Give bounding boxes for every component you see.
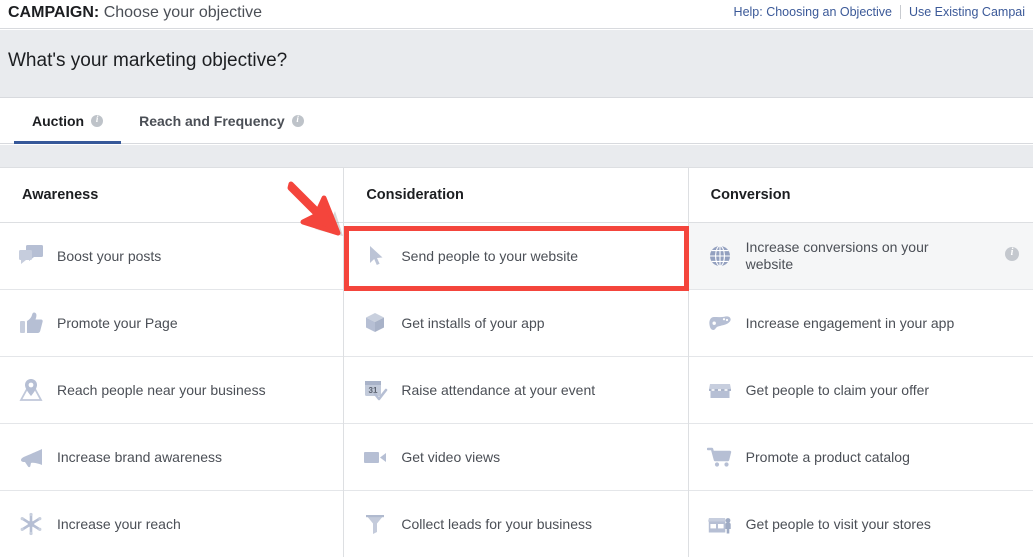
objective-label: Promote a product catalog <box>745 448 910 465</box>
objective-row-increase-your-reach[interactable]: Increase your reach <box>0 491 344 557</box>
objective-row-collect-leads-for-your-business[interactable]: Collect leads for your business <box>344 491 688 557</box>
objective-row-get-people-to-claim-your-offer[interactable]: Get people to claim your offer <box>688 357 1033 424</box>
game-controller-icon <box>705 308 735 338</box>
storefront-icon <box>705 375 735 405</box>
objective-label: Increase engagement in your app <box>745 314 955 331</box>
info-icon-glyph <box>1004 246 1019 261</box>
objective-row-promote-a-product-catalog[interactable]: Promote a product catalog <box>688 424 1033 491</box>
asterisk-reach-icon <box>16 509 46 539</box>
column-awareness: Awareness Boost your posts Promote your … <box>0 168 345 557</box>
objective-row-promote-your-page[interactable]: Promote your Page <box>0 290 344 357</box>
objective-row-get-installs-of-your-app[interactable]: Get installs of your app <box>344 290 688 357</box>
map-pin-icon <box>16 375 46 405</box>
objective-row-reach-people-near-your-business[interactable]: Reach people near your business <box>0 357 344 424</box>
thumbs-up-icon <box>16 308 46 338</box>
tab-reach-and-frequency-label: Reach and Frequency <box>139 113 285 129</box>
banner-heading: What's your marketing objective? <box>8 50 288 71</box>
objective-row-increase-engagement-in-your-app[interactable]: Increase engagement in your app <box>688 290 1033 357</box>
tab-auction-label: Auction <box>32 113 85 129</box>
objective-row-send-people-to-your-website[interactable]: Send people to your website <box>344 223 688 290</box>
tab-auction[interactable]: Auction <box>14 98 122 144</box>
objective-table: Awareness Boost your posts Promote your … <box>0 167 1033 557</box>
calendar-31-icon: 31 <box>360 375 390 405</box>
tab-list: Auction Reach and Frequency <box>14 98 322 144</box>
top-bar: CAMPAIGN: Choose your objective Help: Ch… <box>0 0 1033 29</box>
objective-label: Collect leads for your business <box>401 515 592 532</box>
objective-row-increase-brand-awareness[interactable]: Increase brand awareness <box>0 424 344 491</box>
objective-banner: What's your marketing objective? <box>0 30 1033 98</box>
top-links: Help: Choosing an Objective Use Existing… <box>726 3 1033 21</box>
tab-bar: Auction Reach and Frequency <box>0 98 1033 144</box>
objective-row-get-people-to-visit-your-stores[interactable]: Get people to visit your stores <box>688 491 1033 557</box>
svg-text:31: 31 <box>369 386 378 395</box>
section-spacer <box>0 145 1033 167</box>
speech-bubbles-icon <box>16 241 46 271</box>
objective-row-boost-your-posts[interactable]: Boost your posts <box>0 223 344 290</box>
column-header-awareness: Awareness <box>0 168 344 223</box>
info-icon[interactable] <box>291 114 304 127</box>
column-header-conversion: Conversion <box>688 168 1033 223</box>
objective-label: Reach people near your business <box>57 381 266 398</box>
objective-label: Increase conversions on your website <box>745 239 929 272</box>
help-choosing-objective-link[interactable]: Help: Choosing an Objective <box>726 3 900 21</box>
objective-label: Send people to your website <box>401 247 579 264</box>
objective-label: Increase your reach <box>57 515 181 532</box>
objective-label: Promote your Page <box>57 314 178 331</box>
cube-box-icon <box>360 308 390 338</box>
info-icon[interactable] <box>998 246 1019 266</box>
objective-label: Get people to visit your stores <box>745 515 931 532</box>
objective-label: Get installs of your app <box>401 314 545 331</box>
objective-label: Get video views <box>401 448 501 465</box>
objective-row-get-video-views[interactable]: Get video views <box>344 424 688 491</box>
video-camera-icon <box>360 442 390 472</box>
use-existing-campaign-link[interactable]: Use Existing Campai <box>901 3 1033 21</box>
store-person-icon <box>705 509 735 539</box>
info-icon[interactable] <box>91 114 104 127</box>
shopping-cart-icon <box>705 442 735 472</box>
tab-reach-and-frequency[interactable]: Reach and Frequency <box>121 98 322 144</box>
page-title: CAMPAIGN: Choose your objective <box>8 2 262 24</box>
globe-icon <box>705 241 735 271</box>
objective-row-raise-attendance-at-your-event[interactable]: 31 Raise attendance at your event <box>344 357 688 424</box>
column-header-consideration: Consideration <box>344 168 688 223</box>
campaign-label: CAMPAIGN: <box>8 4 100 21</box>
objective-label: Increase brand awareness <box>57 448 222 465</box>
cursor-arrow-icon <box>360 241 390 271</box>
objective-label: Boost your posts <box>57 247 162 264</box>
campaign-objective-page: CAMPAIGN: Choose your objective Help: Ch… <box>0 0 1033 557</box>
objective-row-increase-conversions-on-your-website[interactable]: Increase conversions on your website <box>688 223 1033 290</box>
column-conversion: Conversion Increase conversions on your … <box>688 168 1033 557</box>
objective-label: Get people to claim your offer <box>745 381 930 398</box>
megaphone-icon <box>16 442 46 472</box>
campaign-value: Choose your objective <box>103 4 263 21</box>
column-consideration: Consideration Send people to your websit… <box>344 168 689 557</box>
funnel-icon <box>360 509 390 539</box>
objective-label: Raise attendance at your event <box>401 381 596 398</box>
